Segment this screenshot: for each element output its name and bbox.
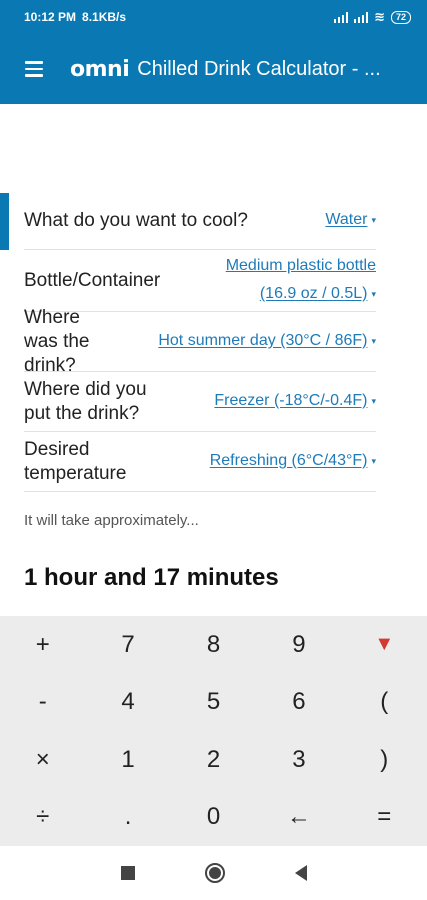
label-drink-location: Where was the drink? — [24, 306, 90, 376]
wifi-icon: ≋ — [374, 9, 385, 24]
signal-icon-2 — [354, 11, 369, 23]
app-bar: omni Chilled Drink Calculator - ... — [0, 34, 427, 104]
chevron-down-icon: ▾ — [371, 396, 376, 407]
key-decimal[interactable]: . — [85, 789, 170, 847]
key-2[interactable]: 2 — [171, 731, 256, 789]
hamburger-menu-icon[interactable] — [8, 34, 60, 104]
signal-icon — [334, 11, 349, 23]
key-plus[interactable]: + — [0, 616, 85, 674]
select-container[interactable]: Medium plastic bottle (16.9 oz / 0.5L) ▾ — [226, 252, 376, 308]
recents-square-icon[interactable] — [120, 866, 135, 880]
row-what-to-cool: What do you want to cool? Water ▾ — [24, 192, 376, 250]
status-bar: 10:12 PM 8.1KB/s ≋ 72 — [0, 0, 427, 34]
keypad-collapse-icon[interactable]: ▼ — [342, 616, 427, 674]
battery-level: 72 — [395, 11, 406, 22]
label-desired-temperature: Desired temperature — [24, 438, 127, 484]
row-container: Bottle/Container Medium plastic bottle (… — [24, 250, 376, 312]
active-section-indicator — [0, 193, 9, 250]
select-desired-temperature-value: Refreshing (6°C/43°F) — [209, 452, 368, 470]
system-nav-bar — [0, 846, 427, 900]
row-desired-temperature: Desired temperature Refreshing (6°C/43°F… — [24, 432, 376, 492]
key-divide[interactable]: ÷ — [0, 789, 85, 847]
battery-icon: 72 — [390, 10, 411, 24]
key-8[interactable]: 8 — [171, 616, 256, 674]
key-equals[interactable]: = — [342, 789, 427, 847]
select-what-to-cool[interactable]: Water ▾ — [325, 206, 376, 234]
key-9[interactable]: 9 — [256, 616, 341, 674]
label-what-to-cool: What do you want to cool? — [24, 209, 248, 231]
key-3[interactable]: 3 — [256, 731, 341, 789]
key-open-paren[interactable]: ( — [342, 674, 427, 732]
result-prefix: It will take approximately... — [24, 512, 199, 529]
select-drink-location[interactable]: Hot summer day (30°C / 86F) ▾ — [158, 327, 376, 355]
key-close-paren[interactable]: ) — [342, 731, 427, 789]
key-1[interactable]: 1 — [85, 731, 170, 789]
key-5[interactable]: 5 — [171, 674, 256, 732]
select-desired-temperature[interactable]: Refreshing (6°C/43°F) ▾ — [210, 447, 376, 475]
key-4[interactable]: 4 — [85, 674, 170, 732]
key-6[interactable]: 6 — [256, 674, 341, 732]
chevron-down-icon: ▾ — [371, 215, 376, 226]
select-container-value-line1: Medium plastic bottle — [225, 257, 376, 275]
result-value: 1 hour and 17 minutes — [24, 564, 279, 591]
key-0[interactable]: 0 — [171, 789, 256, 847]
row-drink-location: Where was the drink? Hot summer day (30°… — [24, 307, 376, 376]
select-what-to-cool-value: Water — [325, 211, 368, 229]
status-speed: 8.1KB/s — [82, 10, 127, 24]
backspace-icon[interactable]: ← — [256, 789, 341, 847]
label-container: Bottle/Container — [24, 269, 161, 291]
select-container-value-line2: (16.9 oz / 0.5L) — [259, 285, 368, 303]
page-title: Chilled Drink Calculator - ... — [137, 57, 381, 80]
chevron-down-icon: ▾ — [371, 289, 376, 300]
key-7[interactable]: 7 — [85, 616, 170, 674]
chevron-down-icon: ▾ — [371, 456, 376, 467]
key-multiply[interactable]: × — [0, 731, 85, 789]
home-circle-icon[interactable] — [204, 863, 225, 883]
status-time: 10:12 PM — [24, 10, 77, 24]
chevron-down-icon: ▾ — [371, 336, 376, 347]
key-minus[interactable]: - — [0, 674, 85, 732]
calculator-form: What do you want to cool? Water ▾ Bottle/… — [24, 192, 376, 492]
back-triangle-icon[interactable] — [294, 865, 307, 881]
label-cooling-place: Where did you put the drink? — [24, 378, 147, 424]
select-cooling-place[interactable]: Freezer (-18°C/-0.4F) ▾ — [214, 387, 376, 415]
select-drink-location-value: Hot summer day (30°C / 86F) — [158, 332, 368, 350]
select-cooling-place-value: Freezer (-18°C/-0.4F) — [214, 392, 368, 410]
keypad: + 7 8 9 ▼ - 4 5 6 ( × 1 2 3 ) ÷ . 0 ← = — [0, 616, 427, 846]
row-cooling-place: Where did you put the drink? Freezer (-1… — [24, 372, 376, 432]
omni-logo[interactable]: omni — [70, 57, 130, 82]
